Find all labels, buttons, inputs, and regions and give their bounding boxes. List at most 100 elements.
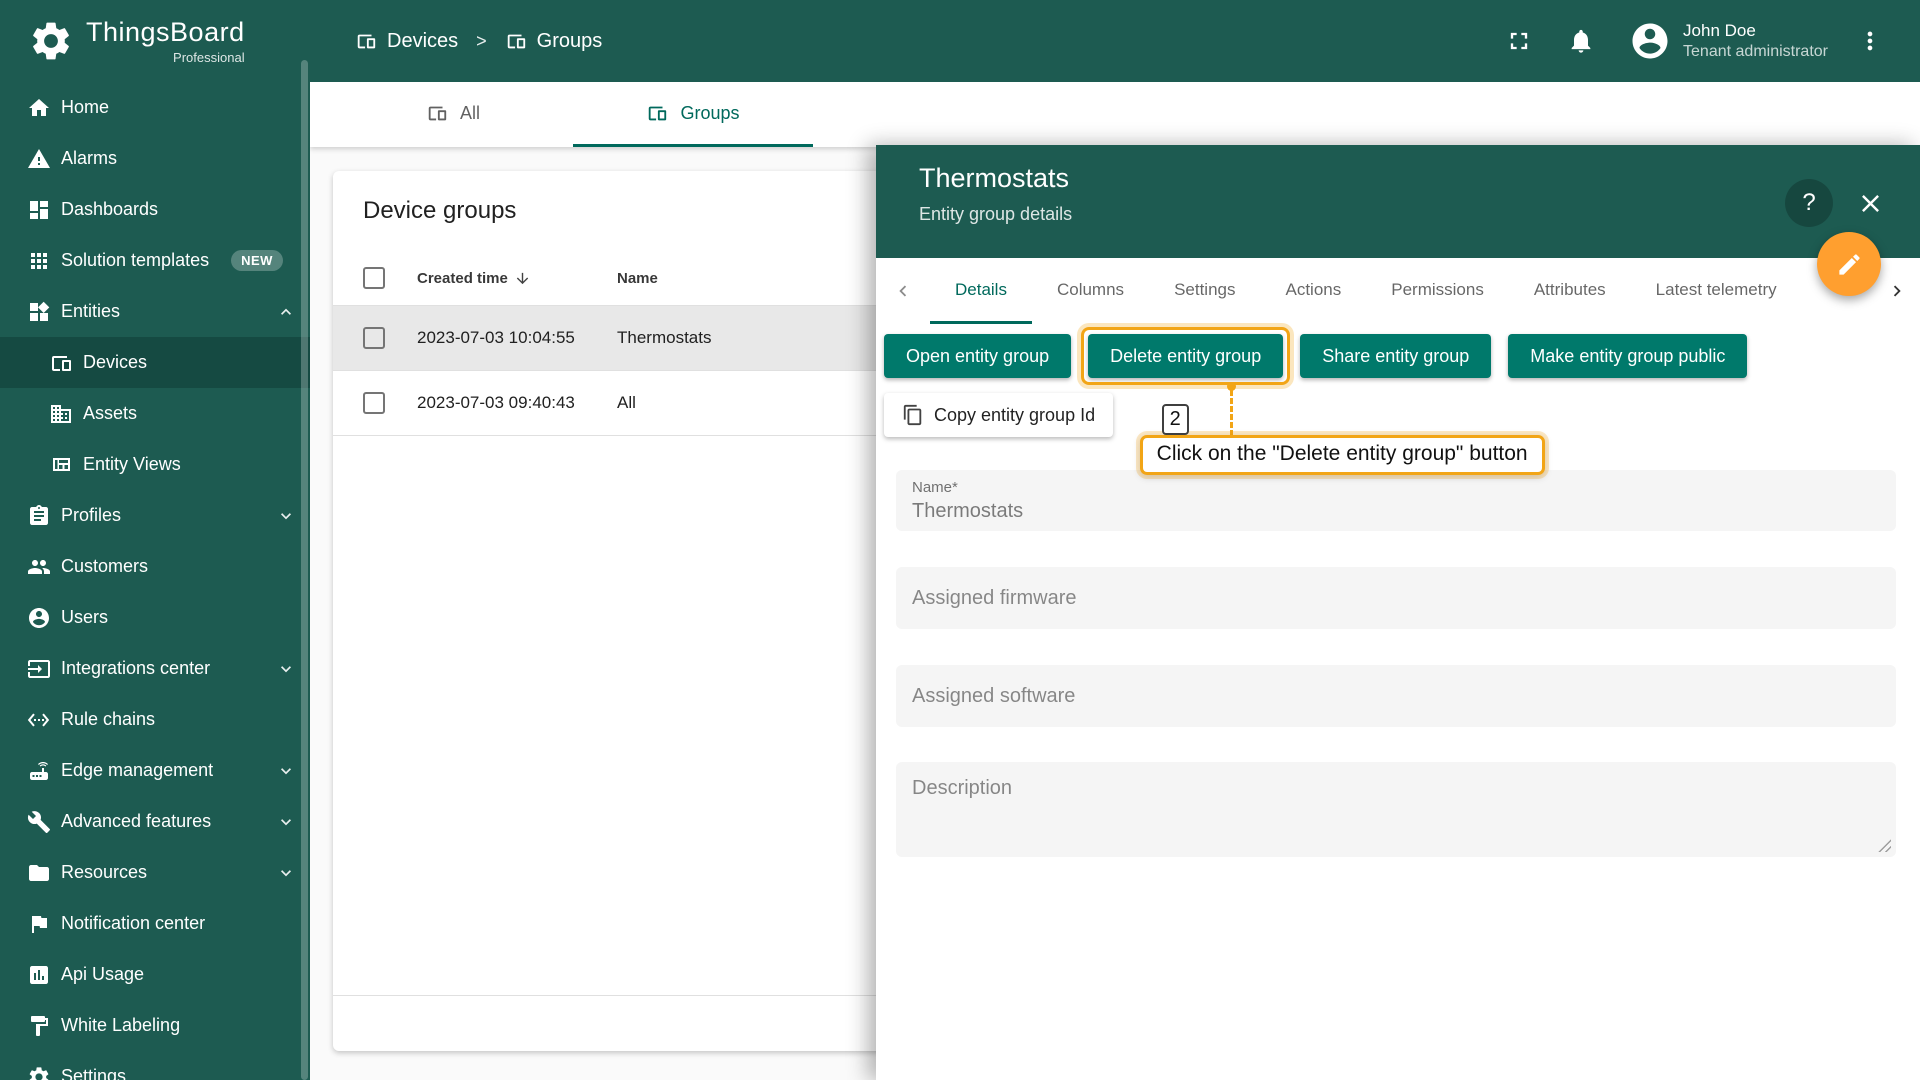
sidebar-item-label: Entities bbox=[61, 301, 121, 321]
entity-details-drawer: Thermostats Entity group details ? Detai… bbox=[876, 145, 1920, 1080]
drawer-subtitle: Entity group details bbox=[919, 204, 1073, 224]
annotation-anchor-dot bbox=[1226, 382, 1236, 391]
sidebar-item-api-usage[interactable]: Api Usage bbox=[0, 949, 310, 1000]
tabs-scroll-right-button[interactable] bbox=[1874, 258, 1920, 324]
edit-fab-button[interactable] bbox=[1817, 232, 1881, 296]
sidebar-item-label: Integrations center bbox=[61, 658, 211, 678]
fullscreen-icon[interactable] bbox=[1505, 27, 1533, 55]
sidebar-item-entities[interactable]: Entities bbox=[0, 286, 310, 337]
copy-entity-group-id-button[interactable]: Copy entity group Id bbox=[884, 393, 1114, 437]
sidebar-item-label: Solution templates bbox=[61, 250, 210, 270]
share-entity-group-button[interactable]: Share entity group bbox=[1300, 334, 1492, 378]
sidebar-item-customers[interactable]: Customers bbox=[0, 541, 310, 592]
drawer-tab-columns[interactable]: Columns bbox=[1032, 258, 1149, 324]
app-logo[interactable]: ThingsBoard Professional bbox=[0, 0, 310, 82]
drawer-tab-details[interactable]: Details bbox=[930, 258, 1032, 324]
make-entity-group-public-button[interactable]: Make entity group public bbox=[1508, 334, 1748, 378]
sidebar-item-resources[interactable]: Resources bbox=[0, 847, 310, 898]
sidebar-scrollbar[interactable] bbox=[301, 60, 308, 1080]
select-all-checkbox[interactable] bbox=[363, 267, 385, 289]
sidebar-item-devices[interactable]: Devices bbox=[0, 337, 310, 388]
textarea-resize-handle[interactable] bbox=[1878, 839, 1891, 852]
user-name: John Doe bbox=[1683, 21, 1756, 41]
sidebar-item-edge-management[interactable]: Edge management bbox=[0, 745, 310, 796]
sidebar-item-label: Edge management bbox=[61, 760, 214, 780]
button-label: Delete entity group bbox=[1110, 345, 1262, 366]
drawer-tab-latest-telemetry[interactable]: Latest telemetry bbox=[1631, 258, 1802, 324]
thingsboard-logo-icon bbox=[33, 22, 69, 60]
sidebar-item-users[interactable]: Users bbox=[0, 592, 310, 643]
drawer-tab-actions[interactable]: Actions bbox=[1261, 258, 1367, 324]
sidebar-item-solution-templates[interactable]: Solution templates NEW bbox=[0, 235, 310, 286]
sidebar-item-white-labeling[interactable]: White Labeling bbox=[0, 1000, 310, 1051]
drawer-tab-permissions[interactable]: Permissions bbox=[1366, 258, 1509, 324]
tab-label: Actions bbox=[1285, 279, 1342, 299]
close-icon bbox=[1861, 194, 1879, 212]
sidebar-item-settings[interactable]: Settings bbox=[0, 1051, 310, 1080]
row-checkbox[interactable] bbox=[363, 327, 385, 349]
sidebar-item-label: Profiles bbox=[61, 505, 122, 525]
sidebar-item-profiles[interactable]: Profiles bbox=[0, 490, 310, 541]
home-icon bbox=[29, 98, 49, 116]
sidebar-item-home[interactable]: Home bbox=[0, 82, 310, 133]
user-avatar[interactable] bbox=[1629, 20, 1671, 62]
sidebar-item-entity-views[interactable]: Entity Views bbox=[0, 439, 310, 490]
drawer-tab-attributes[interactable]: Attributes bbox=[1509, 258, 1631, 324]
column-header-created-time[interactable]: Created time bbox=[417, 270, 617, 287]
warning-icon bbox=[28, 148, 50, 168]
breadcrumb-groups[interactable]: Groups bbox=[505, 30, 602, 53]
description-field[interactable]: Description bbox=[896, 762, 1896, 857]
sidebar-item-integrations-center[interactable]: Integrations center bbox=[0, 643, 310, 694]
sidebar-item-label: Advanced features bbox=[61, 811, 212, 831]
annotation-callout: Click on the "Delete entity group" butto… bbox=[1139, 435, 1545, 475]
sidebar-item-advanced-features[interactable]: Advanced features bbox=[0, 796, 310, 847]
delete-entity-group-button[interactable]: Delete entity group 2 Click on the "Dele… bbox=[1081, 327, 1545, 475]
logo-subtitle: Professional bbox=[173, 50, 245, 65]
drawer-tab-settings[interactable]: Settings bbox=[1149, 258, 1260, 324]
tab-label: Latest telemetry bbox=[1655, 279, 1777, 299]
tab-groups[interactable]: Groups bbox=[573, 82, 813, 147]
sidebar-item-dashboards[interactable]: Dashboards bbox=[0, 184, 310, 235]
button-label: Copy entity group Id bbox=[934, 404, 1096, 425]
drawer-tabs: Details Columns Settings Actions Permiss… bbox=[876, 258, 1920, 324]
open-entity-group-button[interactable]: Open entity group bbox=[884, 334, 1072, 378]
tabs-scroll-left-button[interactable] bbox=[876, 258, 930, 324]
sidebar-item-rule-chains[interactable]: Rule chains bbox=[0, 694, 310, 745]
sidebar-item-notification-center[interactable]: Notification center bbox=[0, 898, 310, 949]
assigned-software-field[interactable]: Assigned software bbox=[896, 665, 1896, 727]
entity-tabbar: All Groups bbox=[310, 82, 1920, 147]
rule-chain-icon bbox=[27, 712, 50, 727]
name-field[interactable]: Name* Thermostats bbox=[896, 470, 1896, 531]
chevron-down-icon bbox=[281, 869, 291, 876]
view-quilt-icon bbox=[53, 457, 70, 471]
field-placeholder: Description bbox=[912, 777, 1013, 799]
copy-icon bbox=[903, 404, 922, 426]
sidebar-item-label: Assets bbox=[83, 403, 138, 423]
more-vert-icon[interactable] bbox=[1856, 27, 1884, 55]
devices-icon bbox=[357, 34, 376, 49]
row-checkbox[interactable] bbox=[363, 392, 385, 414]
sidebar-nav: Home Alarms Dashboards Solution template… bbox=[0, 82, 310, 1080]
entity-group-form: Name* Thermostats Assigned firmware Assi… bbox=[896, 470, 1896, 857]
domain-icon bbox=[51, 404, 71, 423]
sidebar: ThingsBoard Professional Home Alarms Das… bbox=[0, 0, 310, 1080]
tab-all[interactable]: All bbox=[333, 82, 573, 147]
help-button[interactable]: ? bbox=[1785, 179, 1833, 227]
tab-label: Permissions bbox=[1391, 279, 1484, 299]
column-label: Name bbox=[617, 269, 658, 287]
assigned-firmware-field[interactable]: Assigned firmware bbox=[896, 567, 1896, 629]
cell-created-time: 2023-07-03 09:40:43 bbox=[417, 393, 575, 412]
sidebar-item-assets[interactable]: Assets bbox=[0, 388, 310, 439]
flag-icon bbox=[32, 915, 47, 933]
format-paint-icon bbox=[31, 1015, 48, 1036]
entities-icon bbox=[30, 301, 50, 321]
breadcrumb-devices[interactable]: Devices bbox=[355, 30, 458, 53]
user-role: Tenant administrator bbox=[1683, 42, 1828, 60]
cell-created-time: 2023-07-03 10:04:55 bbox=[417, 328, 575, 347]
gear-icon bbox=[29, 1066, 49, 1080]
notifications-bell-icon[interactable] bbox=[1567, 27, 1595, 55]
input-icon bbox=[28, 659, 50, 678]
help-icon: ? bbox=[1802, 189, 1816, 216]
sidebar-item-alarms[interactable]: Alarms bbox=[0, 133, 310, 184]
close-drawer-button[interactable] bbox=[1846, 179, 1894, 227]
